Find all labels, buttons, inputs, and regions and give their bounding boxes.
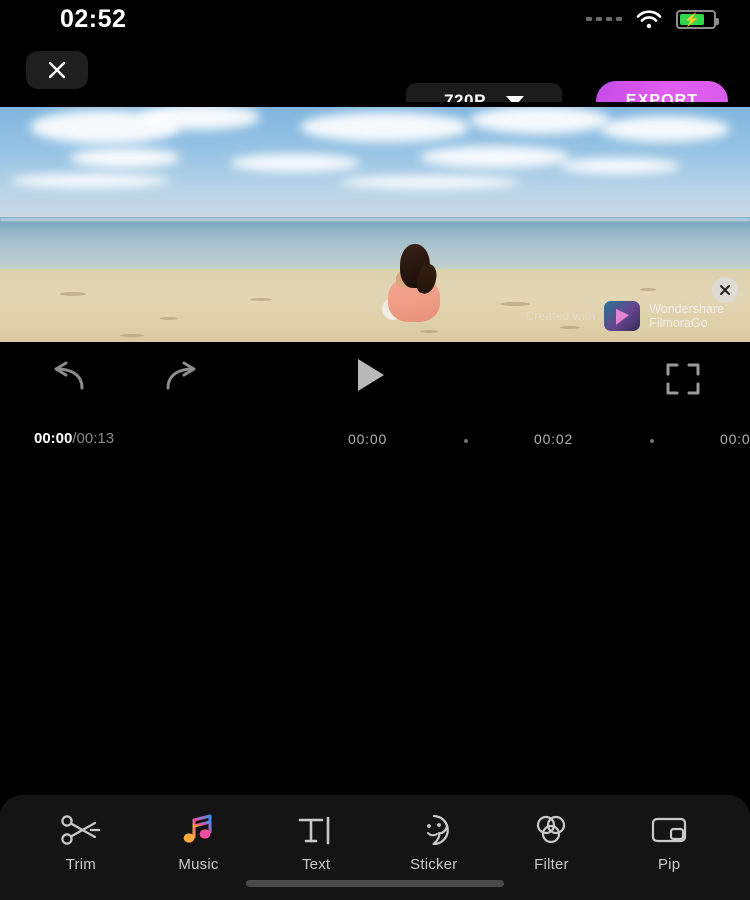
cloud [600, 116, 730, 142]
redo-icon [166, 361, 196, 390]
sticker-face-icon [416, 813, 452, 847]
cloud [340, 176, 520, 189]
play-button[interactable] [358, 359, 384, 391]
scissors-icon [61, 813, 101, 847]
playback-controls [0, 347, 750, 425]
filmora-logo-icon [604, 301, 641, 331]
tool-text[interactable]: Text [267, 813, 365, 873]
close-editor-button[interactable] [26, 51, 88, 89]
cloud [70, 148, 180, 168]
play-icon [358, 359, 384, 391]
status-indicators: ⚡ [586, 9, 719, 29]
cloud [230, 154, 360, 172]
signal-dots-icon [586, 17, 622, 21]
fullscreen-icon [666, 363, 700, 395]
ruler-tick-label: 00:02 [534, 431, 574, 447]
tool-sticker[interactable]: Sticker [385, 813, 483, 873]
ruler-tick-dot [464, 439, 468, 443]
tool-label: Sticker [410, 856, 458, 873]
cloud [470, 106, 610, 134]
close-icon [48, 61, 66, 79]
watermark-brand-line1: Wondershare [649, 302, 724, 316]
cloud [420, 146, 570, 168]
music-note-icon [180, 813, 216, 847]
text-icon [297, 813, 335, 847]
ruler-tick-label: 00:0 [720, 431, 750, 447]
watermark-brand-line2: FilmoraGo [649, 316, 708, 330]
top-bar: 720P EXPORT [0, 38, 750, 121]
tool-label: Text [301, 856, 331, 873]
current-time: 00:00 [34, 430, 73, 447]
cloud [10, 174, 170, 188]
preview-subject [382, 244, 444, 322]
timeline: + Opening x1.0 + [0, 459, 750, 724]
watermark: Created with Wondershare FilmoraGo [525, 301, 724, 331]
fullscreen-button[interactable] [666, 363, 700, 400]
undo-icon [54, 361, 84, 390]
tool-label: Music [178, 856, 219, 873]
time-ruler: 00:00/00:13 00:00 00:02 00:0 [0, 425, 750, 459]
status-bar: 02:52 ⚡ [0, 0, 750, 38]
preview-surf-line [0, 217, 750, 221]
video-preview[interactable]: Created with Wondershare FilmoraGo [0, 102, 750, 347]
ruler-tick-dot [650, 439, 654, 443]
bottom-toolbar: Trim Music Text Sticker Filter Pip [0, 795, 750, 900]
redo-button[interactable] [158, 361, 206, 400]
watermark-prefix: Created with [525, 309, 596, 323]
tool-label: Trim [65, 856, 96, 873]
preview-sea [0, 217, 750, 269]
tool-label: Filter [534, 856, 569, 873]
ruler-tick-label: 00:00 [348, 431, 388, 447]
watermark-brand: Wondershare FilmoraGo [649, 302, 724, 330]
wifi-icon [636, 9, 662, 29]
status-time: 02:52 [60, 4, 127, 33]
time-display: 00:00/00:13 [34, 430, 114, 447]
tool-label: Pip [657, 856, 681, 873]
tool-pip[interactable]: Pip [620, 813, 718, 873]
cloud [560, 158, 680, 174]
home-indicator[interactable] [246, 880, 504, 887]
total-time: /00:13 [72, 430, 115, 447]
filter-circles-icon [532, 813, 570, 847]
watermark-close-button[interactable] [712, 277, 738, 303]
pip-icon [650, 813, 688, 847]
undo-button[interactable] [44, 361, 92, 400]
battery-charging-icon: ⚡ [676, 9, 719, 29]
close-icon [720, 285, 730, 295]
cloud [300, 112, 470, 142]
tool-music[interactable]: Music [149, 813, 247, 873]
cloud [140, 104, 260, 130]
tool-filter[interactable]: Filter [502, 813, 600, 873]
tool-trim[interactable]: Trim [32, 813, 130, 873]
